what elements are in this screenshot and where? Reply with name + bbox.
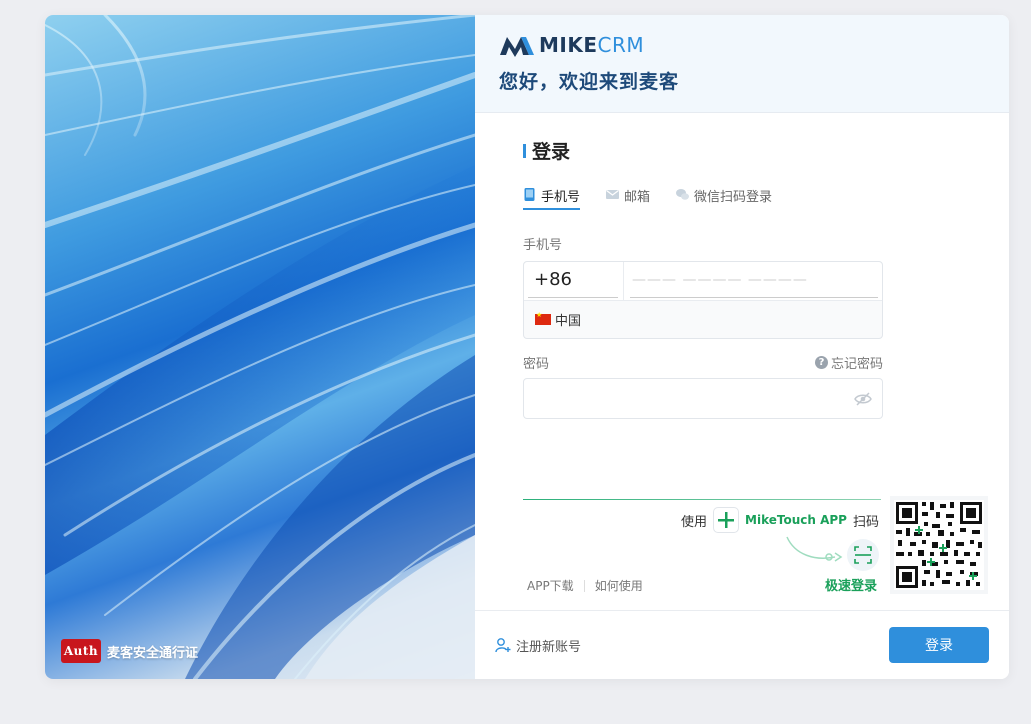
panel-footer: 注册新账号 登录 bbox=[475, 610, 1009, 679]
qr-code-image bbox=[890, 496, 988, 594]
auth-logo: Auth bbox=[61, 639, 101, 663]
how-to-use-link[interactable]: 如何使用 bbox=[595, 577, 643, 594]
hero-image: Auth 麦客安全通行证 bbox=[45, 15, 475, 679]
tab-wechat[interactable]: 微信扫码登录 bbox=[676, 186, 772, 210]
link-separator bbox=[583, 579, 585, 592]
password-label: 密码 bbox=[523, 357, 550, 372]
curved-arrow-icon bbox=[786, 536, 843, 562]
app-download-link[interactable]: APP下载 bbox=[527, 577, 574, 594]
scan-text: 扫码 bbox=[852, 514, 879, 530]
china-flag-icon bbox=[535, 311, 551, 325]
form-title: 登录 bbox=[523, 137, 883, 164]
tab-phone-label: 手机号 bbox=[541, 190, 581, 205]
miketouch-logo-icon bbox=[713, 507, 740, 533]
phone-row: +86 bbox=[524, 262, 882, 301]
mikecrm-logo-icon bbox=[500, 37, 534, 57]
login-panel: MIKECRM 您好，欢迎来到麦客 登录 手机号 邮箱 微信扫码登录 手机号 +… bbox=[475, 15, 1009, 679]
tab-phone[interactable]: 手机号 bbox=[523, 186, 581, 210]
phone-field-group: +86 中国 bbox=[523, 261, 883, 339]
tab-wechat-label: 微信扫码登录 bbox=[694, 190, 773, 205]
forgot-password-label: 忘记密码 bbox=[830, 357, 883, 372]
mail-icon bbox=[606, 190, 620, 199]
login-form: 登录 手机号 邮箱 微信扫码登录 手机号 +86 ——— ———— ———— ★… bbox=[523, 137, 883, 419]
password-input[interactable] bbox=[534, 380, 854, 417]
login-button[interactable]: 登录 bbox=[889, 627, 989, 663]
app-name: MikeTouch APP bbox=[745, 513, 847, 527]
register-link[interactable]: 注册新账号 bbox=[495, 636, 581, 655]
phone-label: 手机号 bbox=[523, 238, 563, 253]
question-icon: ? bbox=[814, 356, 828, 369]
add-user-icon bbox=[495, 638, 511, 653]
app-divider bbox=[523, 499, 881, 500]
login-card: Auth 麦客安全通行证 MIKECRM 您好，欢迎来到麦客 登录 手机号 邮箱… bbox=[45, 15, 1009, 679]
login-tabs: 手机号 邮箱 微信扫码登录 bbox=[523, 186, 883, 212]
scan-icon bbox=[854, 546, 872, 564]
fast-login-label: 极速登录 bbox=[825, 579, 878, 594]
scan-button[interactable] bbox=[847, 539, 879, 571]
brand-name: MIKECRM bbox=[539, 33, 645, 57]
wechat-icon bbox=[676, 189, 690, 200]
auth-badge-text: 麦客安全通行证 bbox=[107, 645, 199, 661]
use-text: 使用 bbox=[681, 514, 708, 530]
forgot-password-link[interactable]: ? 忘记密码 bbox=[814, 353, 883, 372]
password-field bbox=[523, 378, 883, 419]
tab-email-label: 邮箱 bbox=[624, 190, 651, 205]
welcome-title: 您好，欢迎来到麦客 bbox=[499, 71, 680, 93]
app-links: APP下载 如何使用 bbox=[527, 577, 643, 594]
eye-hidden-icon[interactable] bbox=[854, 391, 872, 406]
country-code-select[interactable]: +86 bbox=[524, 262, 624, 300]
brand-logo: MIKECRM bbox=[499, 31, 1009, 59]
phone-icon bbox=[524, 188, 535, 201]
register-label: 注册新账号 bbox=[516, 639, 582, 655]
phone-input[interactable] bbox=[630, 262, 878, 298]
auth-badge: Auth 麦客安全通行证 bbox=[61, 639, 198, 663]
country-name: 中国 bbox=[555, 314, 582, 329]
app-promo-line: 使用 MikeTouch APP 扫码 bbox=[681, 507, 879, 533]
abstract-waves-image bbox=[45, 15, 475, 679]
panel-header: MIKECRM 您好，欢迎来到麦客 bbox=[475, 15, 1009, 113]
country-select[interactable]: 中国 bbox=[524, 301, 882, 338]
tab-email[interactable]: 邮箱 bbox=[606, 186, 650, 210]
